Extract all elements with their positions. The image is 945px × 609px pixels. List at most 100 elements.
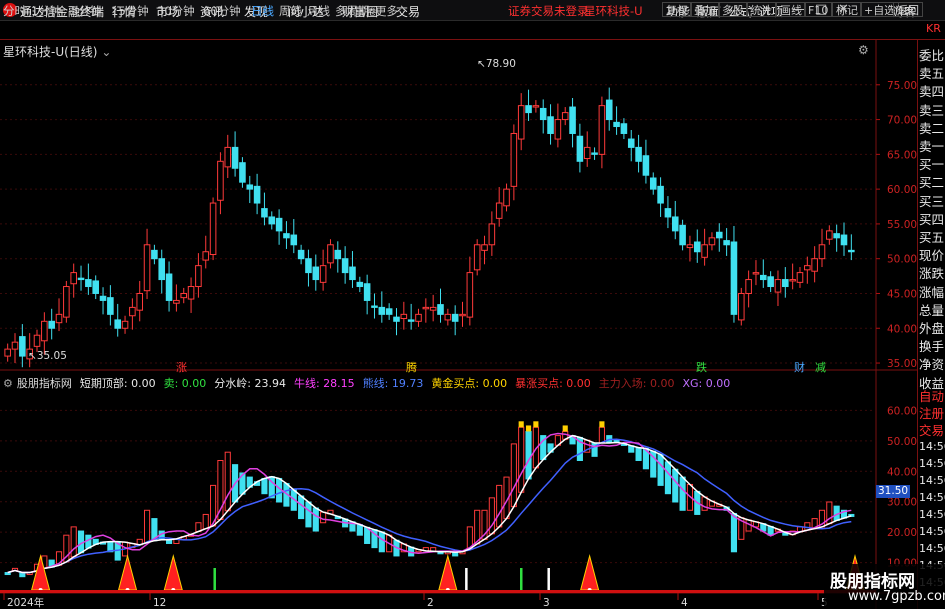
candle-body-76 — [561, 112, 569, 121]
candle-body-105 — [774, 279, 782, 293]
candle-body-95 — [701, 244, 708, 258]
candle-body-6 — [48, 320, 55, 329]
side-item-0[interactable]: 委比 — [919, 45, 945, 64]
main-tick-label-5: 50.00 — [887, 254, 917, 266]
statistics-button[interactable]: 统计 — [746, 2, 776, 17]
multi-stock-button[interactable]: 多股 — [718, 2, 748, 17]
ind-hot-bar-71 — [525, 425, 532, 432]
settings-gear-icon[interactable]: ⚙ — [858, 43, 869, 57]
candle-body-49 — [363, 283, 371, 301]
period-30min[interactable]: 30分钟 — [157, 3, 195, 19]
side-item-3[interactable]: 卖三 — [919, 100, 945, 119]
candle-body-29 — [217, 160, 224, 201]
candle-body-58 — [429, 306, 437, 311]
back-button[interactable]: 返回 — [893, 2, 923, 17]
kr-corner-label: KR — [926, 22, 941, 35]
candle-body-15 — [114, 319, 121, 329]
side-item-17[interactable]: 净资 — [919, 354, 945, 373]
side-item-14[interactable]: 总量 — [919, 300, 945, 319]
candle-body-104 — [767, 276, 774, 288]
high-price-value: 78.90 — [485, 58, 516, 70]
overlay-button[interactable]: 叠加 — [690, 2, 720, 17]
side-item-2[interactable]: 卖四 — [919, 81, 945, 100]
candle-body-71 — [525, 105, 532, 114]
side-item-1[interactable]: 卖五 — [919, 63, 945, 82]
side-item-4[interactable]: 卖二 — [919, 118, 945, 137]
chart-canvas[interactable]: 75.00 70.00 65.00 60.00 55.00 50.00 45.00 40.00… — [0, 40, 917, 609]
side-item-5[interactable]: 卖一 — [919, 136, 945, 155]
ind-bar-86 — [635, 447, 642, 461]
period-multi[interactable]: 多周期 — [335, 3, 370, 19]
candle-body-114 — [840, 234, 848, 246]
side-item-12[interactable]: 涨跌 — [919, 263, 945, 282]
side-item-11[interactable]: 现价 — [919, 245, 945, 264]
date-axis: 2024年122345 — [3, 593, 828, 609]
candle-body-67 — [495, 202, 503, 219]
candle-body-110 — [811, 258, 818, 272]
period-weekly[interactable]: 周线 — [279, 3, 302, 19]
candle-body-73 — [539, 107, 547, 121]
side-item-13[interactable]: 涨幅 — [919, 282, 945, 301]
period-daily[interactable]: 日线 — [251, 3, 274, 19]
main-tick-label-0: 75.00 — [887, 80, 917, 92]
signal-tag-reduce: 减 — [815, 361, 826, 374]
candle-body-56 — [415, 313, 422, 322]
adjust-rights-button[interactable]: 复权 — [662, 2, 692, 17]
ind-tick-label-0: 60.00 — [887, 405, 917, 417]
side-time-1: 14:56 — [919, 457, 945, 470]
x-tick-label-4: 4 — [681, 597, 688, 609]
indicator-name[interactable]: 股朋指标网 — [17, 377, 72, 390]
candle-body-53 — [393, 316, 400, 322]
buy-triangle-1 — [117, 554, 138, 591]
ind-bar-42 — [312, 507, 319, 532]
login-warning[interactable]: 证券交易未登录 — [508, 3, 589, 19]
f10-button[interactable]: F10 — [804, 2, 833, 17]
side-item-15[interactable]: 外盘 — [919, 318, 945, 337]
ind-bar-43 — [320, 511, 327, 524]
main-tick-label-2: 65.00 — [887, 149, 917, 161]
period-60min[interactable]: 60分钟 — [203, 3, 241, 19]
candle-body-48 — [356, 281, 364, 288]
side-item-9[interactable]: 买四 — [919, 209, 945, 228]
current-stock-name: 星环科技-U — [584, 4, 643, 18]
candle-body-115 — [848, 249, 855, 253]
main-tick-label-1: 70.00 — [887, 115, 917, 127]
candle-body-44 — [327, 244, 334, 264]
candle-body-78 — [576, 135, 584, 162]
side-item-16[interactable]: 换手 — [919, 336, 945, 355]
mark-button[interactable]: 标记 — [832, 2, 862, 17]
period-monthly[interactable]: 月线 — [307, 3, 330, 19]
period-intraday[interactable]: 分时 — [3, 3, 26, 19]
side-item-7[interactable]: 买二 — [919, 172, 945, 191]
candle-body-4 — [33, 334, 41, 347]
candle-body-96 — [708, 237, 716, 246]
chart-title[interactable]: 星环科技-U(日线) ⌄ — [3, 43, 111, 60]
side-lower-2[interactable]: 交易 — [919, 420, 945, 439]
signal-bar-1 — [465, 568, 468, 590]
candle-body-98 — [723, 240, 730, 246]
candle-body-84 — [620, 123, 628, 134]
side-item-6[interactable]: 买一 — [919, 154, 945, 173]
signal-bar-3 — [547, 568, 550, 590]
period-15min[interactable]: 15分钟 — [111, 3, 149, 19]
candle-body-24 — [180, 292, 188, 299]
candle-body-52 — [385, 308, 393, 315]
indicator-gear-icon[interactable]: ⚙ — [3, 377, 13, 390]
draw-line-button[interactable]: 画线 — [776, 2, 806, 17]
chevron-down-icon[interactable]: ⌄ — [101, 45, 111, 59]
main-chart-grid — [0, 84, 876, 364]
candle-body-75 — [554, 119, 562, 140]
period-5min[interactable]: 5分钟 — [71, 3, 101, 19]
candle-body-10 — [77, 277, 85, 281]
candle-body-25 — [187, 286, 195, 300]
main-price-axis: 75.00 70.00 65.00 60.00 55.00 50.00 45.00 40.00… — [876, 80, 917, 370]
chevron-right-icon[interactable]: › — [402, 3, 407, 17]
indicator-item-1: 卖: 0.00 — [163, 377, 207, 390]
period-more[interactable]: 更多 — [375, 3, 398, 19]
side-item-8[interactable]: 买三 — [919, 191, 945, 210]
menu-trade[interactable]: 交易 — [396, 3, 420, 20]
side-item-10[interactable]: 买五 — [919, 227, 945, 246]
candle-body-38 — [283, 233, 290, 239]
period-1min[interactable]: 1分钟 — [31, 3, 61, 19]
ind-bar-90 — [664, 461, 671, 495]
